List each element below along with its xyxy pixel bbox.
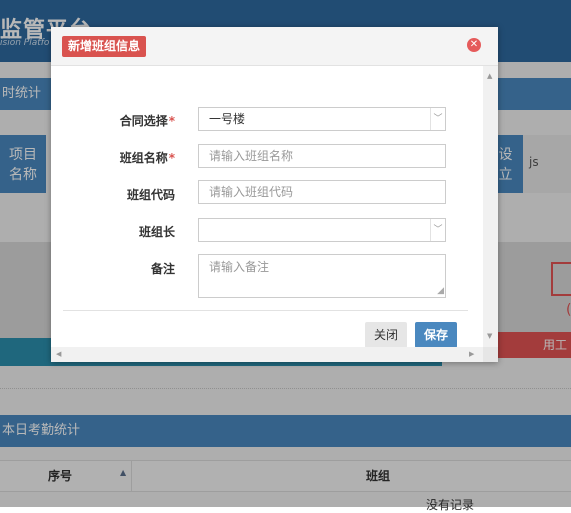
scroll-up-icon[interactable]: ▲ <box>487 72 492 80</box>
dialog-footer-divider <box>63 310 468 311</box>
scroll-left-icon[interactable]: ◀ <box>56 350 61 358</box>
scroll-down-icon[interactable]: ▼ <box>487 332 492 340</box>
chevron-down-icon[interactable]: ﹀ <box>430 219 445 241</box>
team-code-label: 班组代码 <box>126 188 175 202</box>
close-button[interactable]: 关闭 <box>365 322 408 347</box>
horizontal-scrollbar[interactable]: ◀ ▶ <box>51 347 483 362</box>
dialog-header: 新增班组信息 ✕ <box>51 27 498 66</box>
team-name-input[interactable]: 请输入班组名称 <box>198 144 446 168</box>
team-code-input[interactable]: 请输入班组代码 <box>198 180 446 204</box>
chevron-down-icon[interactable]: ﹀ <box>430 108 445 130</box>
contract-select[interactable]: 一号楼 ﹀ <box>198 107 446 131</box>
remark-textarea[interactable]: 请输入备注 ◢ <box>198 254 446 298</box>
team-leader-select[interactable]: ﹀ <box>198 218 446 242</box>
resize-grip-icon[interactable]: ◢ <box>437 287 444 296</box>
contract-label: 合同选择* <box>51 112 175 129</box>
close-icon[interactable]: ✕ <box>467 38 481 52</box>
save-button[interactable]: 保存 <box>415 322 458 347</box>
contract-label-text: 合同选择 <box>119 114 168 128</box>
vertical-scrollbar[interactable]: ▲ ▼ <box>483 66 498 347</box>
scrollbar-corner <box>483 347 498 362</box>
contract-select-value: 一号楼 <box>209 112 246 126</box>
remark-label: 备注 <box>150 262 175 276</box>
remark-placeholder: 请输入备注 <box>209 260 270 274</box>
required-mark: * <box>168 151 175 165</box>
dialog-title: 新增班组信息 <box>62 36 147 57</box>
team-name-label-text: 班组名称 <box>119 151 168 165</box>
dialog-body: 合同选择* 一号楼 ﹀ 班组名称* 请输入班组名称 班组代码 请输入班组代码 班… <box>51 66 483 347</box>
add-team-dialog: 新增班组信息 ✕ 合同选择* 一号楼 ﹀ 班组名称* 请输入班组名称 班组代码 … <box>51 27 498 362</box>
required-mark: * <box>168 114 175 128</box>
scroll-right-icon[interactable]: ▶ <box>469 350 474 358</box>
team-leader-label: 班组长 <box>138 225 175 239</box>
team-name-label: 班组名称* <box>51 149 175 166</box>
